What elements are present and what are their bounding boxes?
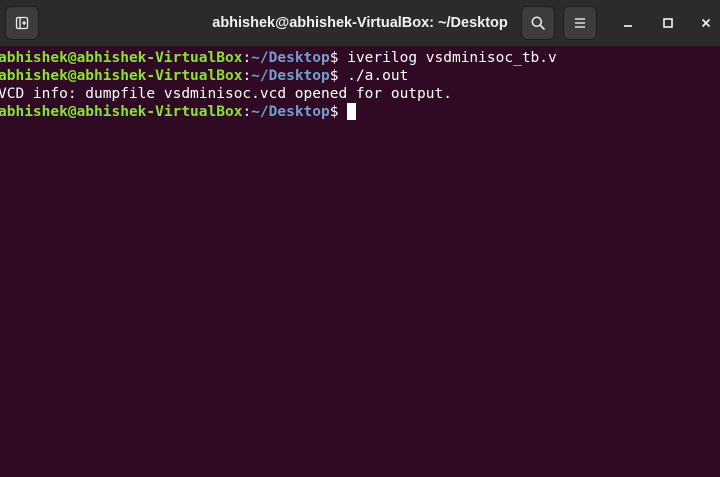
prompt-path: ~/Desktop xyxy=(251,68,330,84)
prompt-symbol: $ xyxy=(329,68,348,84)
command-output: VCD info: dumpfile vsdminisoc.vcd opened… xyxy=(0,86,452,102)
terminal-output-area[interactable]: abhishek@abhishek-VirtualBox:~/Desktop$ … xyxy=(0,47,720,477)
window-title: abhishek@abhishek-VirtualBox: ~/Desktop xyxy=(212,15,508,31)
prompt-symbol: $ xyxy=(329,104,348,120)
minimize-button[interactable] xyxy=(615,10,641,36)
prompt-user-host: abhishek@abhishek-VirtualBox xyxy=(0,68,243,84)
new-tab-icon xyxy=(15,16,29,30)
prompt-separator: : xyxy=(242,104,252,120)
menu-button[interactable] xyxy=(563,6,597,40)
prompt-path: ~/Desktop xyxy=(251,50,330,66)
close-button[interactable] xyxy=(693,10,719,36)
prompt-path: ~/Desktop xyxy=(251,104,330,120)
maximize-icon xyxy=(663,18,673,28)
prompt-symbol: $ xyxy=(329,50,348,66)
command-text: iverilog vsdminisoc_tb.v xyxy=(347,50,557,66)
new-tab-button[interactable] xyxy=(5,6,39,40)
terminal-line: abhishek@abhishek-VirtualBox:~/Desktop$ xyxy=(0,103,720,121)
prompt-separator: : xyxy=(242,50,252,66)
prompt-user-host: abhishek@abhishek-VirtualBox xyxy=(0,50,243,66)
prompt-user-host: abhishek@abhishek-VirtualBox xyxy=(0,104,243,120)
text-cursor xyxy=(347,103,357,120)
terminal-line: VCD info: dumpfile vsdminisoc.vcd opened… xyxy=(0,85,720,103)
title-bar[interactable]: abhishek@abhishek-VirtualBox: ~/Desktop xyxy=(0,0,720,47)
terminal-line: abhishek@abhishek-VirtualBox:~/Desktop$ … xyxy=(0,49,720,67)
search-icon xyxy=(531,16,545,30)
command-text: ./a.out xyxy=(347,68,409,84)
terminal-line: abhishek@abhishek-VirtualBox:~/Desktop$ … xyxy=(0,67,720,85)
minimize-icon xyxy=(624,25,632,27)
maximize-button[interactable] xyxy=(655,10,681,36)
terminal-window: abhishek@abhishek-VirtualBox: ~/Desktop xyxy=(0,0,720,477)
search-button[interactable] xyxy=(521,6,555,40)
close-icon xyxy=(701,18,711,28)
prompt-separator: : xyxy=(242,68,252,84)
hamburger-menu-icon xyxy=(575,18,585,28)
